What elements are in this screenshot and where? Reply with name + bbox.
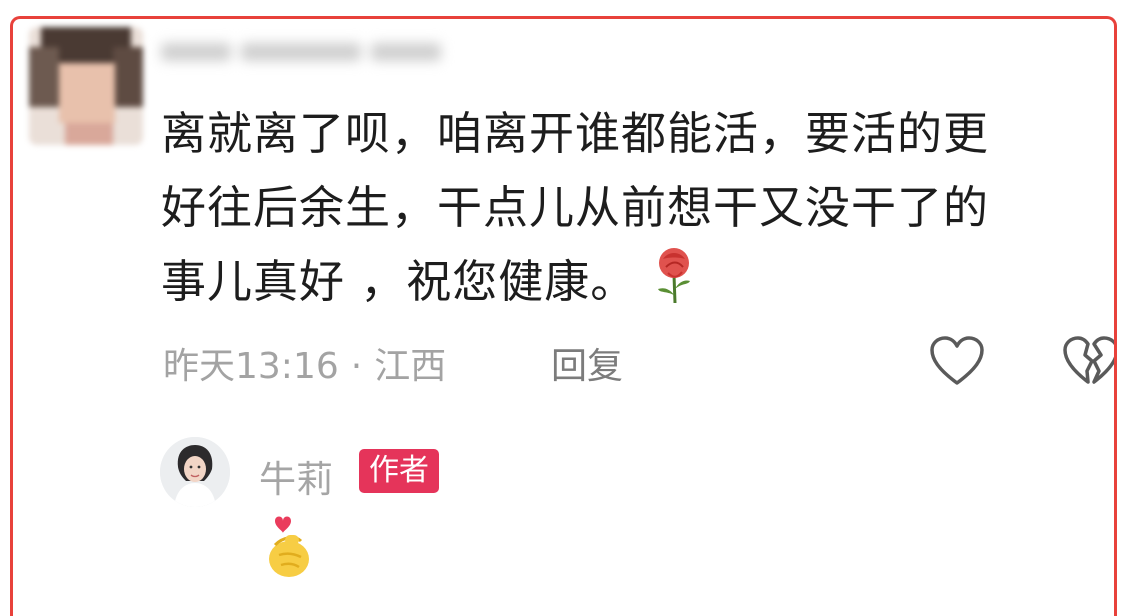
like-button[interactable] (928, 335, 986, 387)
broken-heart-icon (1063, 336, 1114, 384)
commenter-name-blurred (161, 31, 451, 71)
author-badge: 作者 (359, 449, 439, 493)
comment-text: 离就离了呗，咱离开谁都能活，要活的更 好往后余生，干点儿从前想干又没干了的 事儿… (161, 97, 1111, 327)
comment-line: 离就离了呗，咱离开谁都能活，要活的更 (161, 107, 990, 160)
finger-heart-icon (261, 511, 317, 581)
commenter-avatar[interactable] (29, 27, 143, 145)
reply-button[interactable]: 回复 (551, 337, 623, 389)
comment-line-last: 事儿真好 ，祝您健康。 (161, 245, 1111, 327)
heart-outline-icon (930, 336, 984, 385)
comment-line: 好往后余生，干点儿从前想干又没干了的 (161, 181, 990, 234)
meta-separator: · (350, 346, 363, 387)
comment-location: 江西 (374, 346, 447, 387)
rose-icon (654, 245, 694, 327)
author-name[interactable]: 牛莉 (259, 449, 333, 503)
comment-meta: 昨天13:16 · 江西 (163, 337, 446, 389)
comment-time: 昨天13:16 (163, 346, 339, 387)
dislike-button[interactable] (1061, 335, 1114, 387)
author-avatar[interactable] (160, 437, 230, 507)
comment-card: 离就离了呗，咱离开谁都能活，要活的更 好往后余生，干点儿从前想干又没干了的 事儿… (10, 16, 1117, 616)
